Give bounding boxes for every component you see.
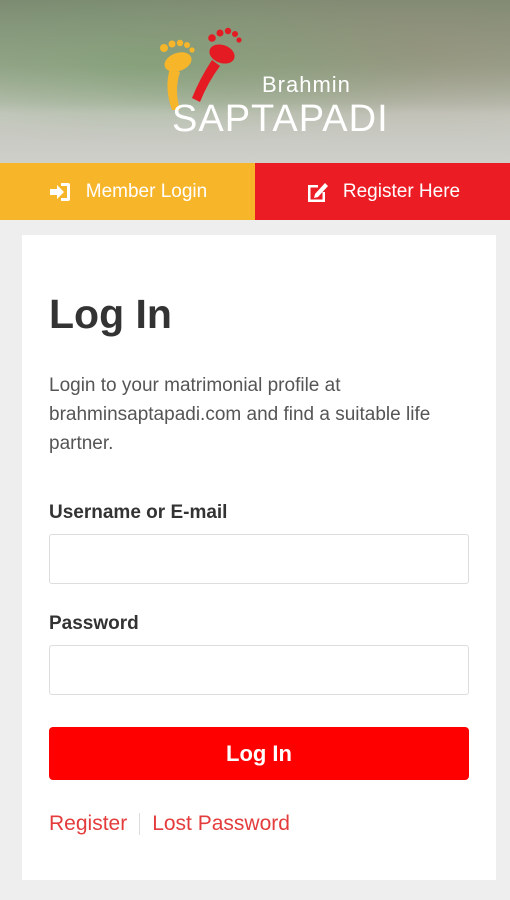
brand-logo[interactable]: Brahmin SAPTAPADI: [150, 18, 388, 140]
edit-icon: [307, 182, 328, 202]
page-title: Log In: [49, 291, 172, 337]
brand-name-small: Brahmin: [262, 72, 351, 97]
lost-password-link[interactable]: Lost Password: [152, 812, 290, 836]
username-input[interactable]: [49, 534, 469, 584]
register-here-label: Register Here: [342, 180, 461, 202]
brand-name-big: SAPTAPADI: [172, 98, 389, 140]
username-label: Username or E-mail: [49, 502, 228, 523]
register-here-tab[interactable]: Register Here: [255, 163, 510, 220]
member-login-tab[interactable]: Member Login: [0, 163, 255, 220]
login-card: Log In Login to your matrimonial profile…: [22, 235, 496, 880]
register-link[interactable]: Register: [49, 812, 127, 836]
password-input[interactable]: [49, 645, 469, 695]
link-divider: [139, 813, 141, 835]
member-login-label: Member Login: [85, 180, 208, 202]
sign-in-icon: [49, 182, 70, 201]
login-description: Login to your matrimonial profile at bra…: [49, 375, 431, 454]
password-label: Password: [49, 613, 139, 634]
header-banner: Brahmin SAPTAPADI: [0, 0, 510, 163]
login-button[interactable]: Log In: [49, 727, 469, 780]
auth-links: Register Lost Password: [49, 812, 290, 836]
top-navigation: Member Login Register Here: [0, 163, 510, 220]
